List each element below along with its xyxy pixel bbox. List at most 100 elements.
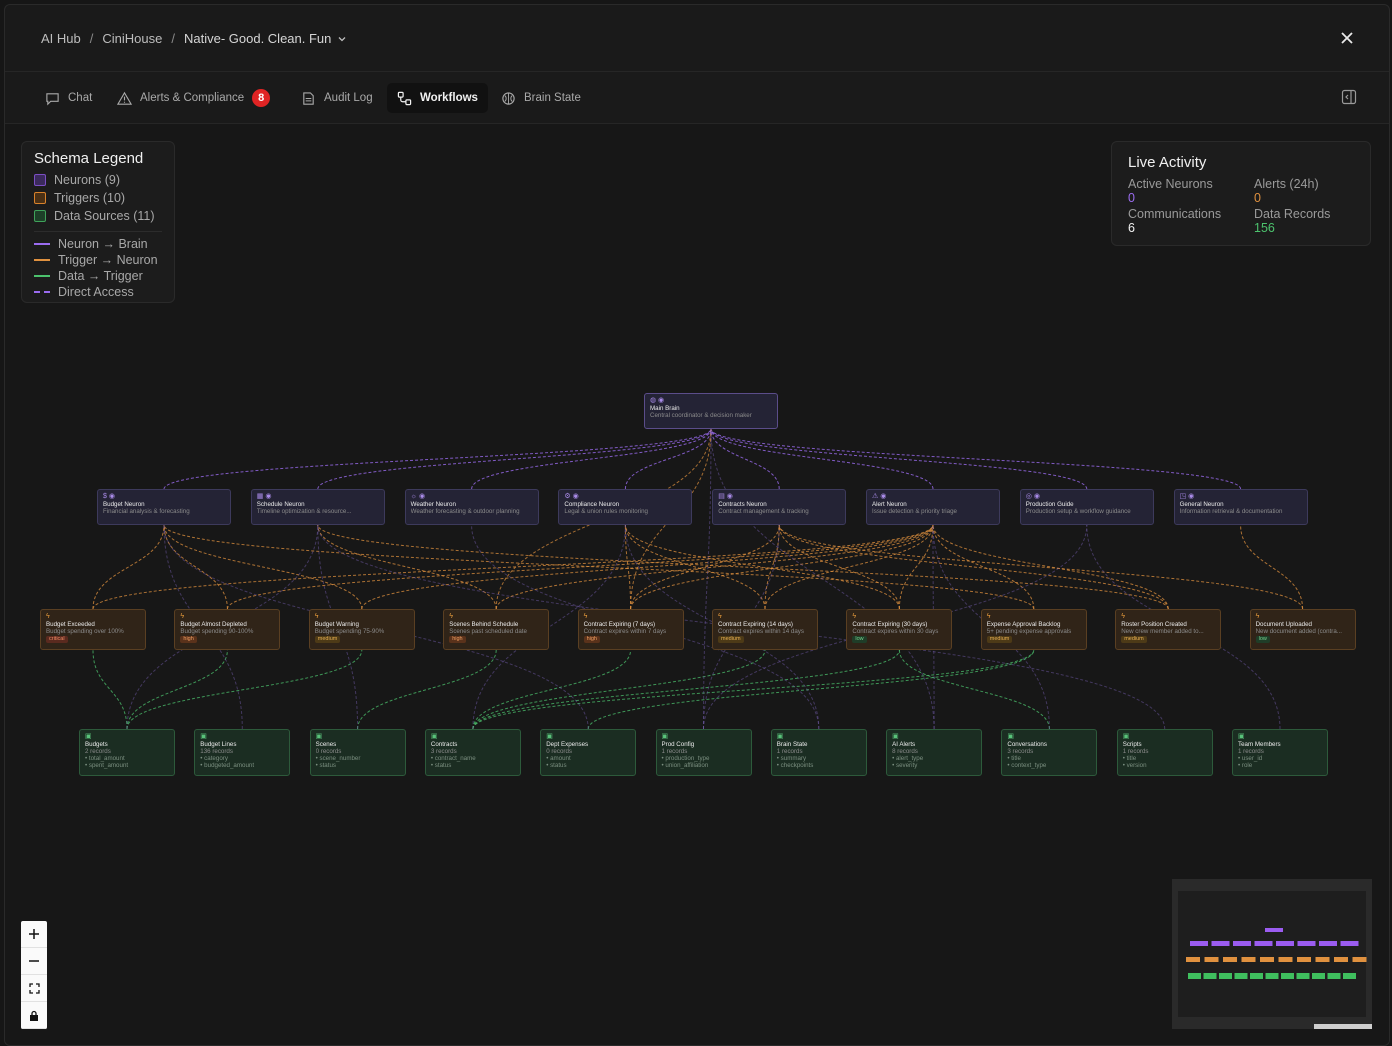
neuron-icon: ⚠ ◉ — [872, 493, 887, 500]
node-title: General Neuron — [1179, 501, 1224, 508]
data-source-node[interactable]: ▣ Brain State 1 records • summary • checkpoi… — [770, 729, 867, 776]
breadcrumb-cinihouse[interactable]: CiniHouse — [102, 31, 162, 46]
node-title: Weather Neuron — [410, 501, 456, 508]
minimap-data — [1343, 973, 1356, 979]
tab-alerts-compliance[interactable]: Alerts & Compliance 8 — [107, 83, 280, 113]
node-subtitle: New crew member added to... — [1121, 628, 1204, 635]
tab-audit-log[interactable]: Audit Log — [291, 83, 383, 113]
trigger-node[interactable]: ϟ Contract Expiring (30 days) Contract exp… — [846, 609, 953, 650]
data-source-node[interactable]: ▣ Budgets 2 records • total_amount • spent_a… — [79, 729, 175, 776]
tab-label: Workflows — [420, 92, 478, 104]
neuron-node[interactable]: ⚠ ◉ Alert Neuron Issue detection & priorit… — [866, 489, 1000, 525]
tab-workflows[interactable]: Workflows — [387, 83, 488, 113]
warning-icon — [117, 91, 132, 105]
zoom-in-button[interactable] — [21, 921, 47, 948]
edge-trigger-neuron — [624, 524, 632, 610]
node-title: Main Brain — [650, 405, 680, 412]
node-title: Compliance Neuron — [564, 501, 620, 508]
node-field: • amount — [546, 755, 571, 762]
minimap-viewport — [1178, 891, 1366, 1017]
tab-label: Audit Log — [324, 92, 373, 104]
trigger-node[interactable]: ϟ Budget Warning Budget spending 75-90% med… — [308, 609, 415, 650]
minimap-trigger — [1297, 957, 1311, 962]
zoom-out-button[interactable] — [21, 948, 47, 975]
edge-neuron-brain — [471, 428, 712, 490]
legend-divider — [34, 231, 162, 232]
data-source-node[interactable]: ▣ Dept Expenses 0 records • amount • status — [540, 729, 637, 776]
neuron-icon: ◳ ◉ — [1179, 493, 1195, 500]
database-icon: ▣ — [892, 733, 899, 740]
close-button[interactable] — [1337, 29, 1357, 49]
neuron-node[interactable]: ▦ ◉ Schedule Neuron Timeline optimization … — [250, 489, 385, 525]
node-title: Budget Warning — [314, 621, 359, 628]
trigger-node[interactable]: ϟ Contract Expiring (7 days) Contract expi… — [577, 609, 684, 650]
lock-button[interactable] — [21, 1002, 47, 1029]
neuron-node[interactable]: ⚙ ◉ Compliance Neuron Legal & union rules … — [558, 489, 693, 525]
legend-title: Schema Legend — [34, 150, 144, 167]
neuron-node[interactable]: ◎ ◉ Production Guide Production setup & wo… — [1019, 489, 1154, 525]
node-subtitle: Budget spending 75-90% — [314, 628, 385, 635]
database-icon: ▣ — [1122, 733, 1130, 740]
data-source-node[interactable]: ▣ Scripts 1 records • title • version — [1116, 729, 1213, 776]
edge-trigger-neuron — [226, 524, 934, 610]
neuron-node[interactable]: $ ◉ Budget Neuron Financial analysis & for… — [97, 489, 231, 525]
project-name: Native- Good. Clean. Fun — [183, 31, 332, 46]
neuron-icon: $ ◉ — [103, 493, 115, 500]
node-field: • scene_number — [315, 755, 361, 762]
data-source-node[interactable]: ▣ Conversations 3 records • title • context_… — [1001, 729, 1098, 776]
severity-badge: low — [852, 636, 867, 643]
edge-direct-access — [710, 428, 935, 730]
workflow-canvas[interactable]: Schema Legend Neurons (9) Triggers (10) … — [5, 124, 1389, 1045]
data-source-node[interactable]: ▣ Prod Config 1 records • production_type • … — [655, 729, 752, 776]
lightning-icon: ϟ — [1121, 613, 1125, 620]
lightning-icon: ϟ — [986, 613, 991, 620]
minimap-data — [1250, 973, 1263, 979]
edge-trigger-neuron — [317, 524, 1169, 610]
data-source-node[interactable]: ▣ AI Alerts 8 records • alert_type • severit… — [886, 729, 983, 776]
tab-brain-state[interactable]: Brain State — [491, 83, 591, 113]
tab-label: Alerts & Compliance — [140, 92, 245, 104]
database-icon: ▣ — [776, 733, 784, 740]
neuron-node[interactable]: ▤ ◉ Contracts Neuron Contract management &… — [712, 489, 847, 525]
fit-view-button[interactable] — [21, 975, 47, 1002]
database-icon: ▣ — [430, 733, 438, 740]
neuron-node[interactable]: ☼ ◉ Weather Neuron Weather forecasting & o… — [404, 489, 539, 525]
trigger-node[interactable]: ϟ Budget Exceeded Budget spending over 100… — [40, 609, 146, 650]
data-source-node[interactable]: ▣ Scenes 0 records • scene_number • status — [309, 729, 406, 776]
minimap-neuron — [1233, 941, 1251, 946]
panel-toggle-icon[interactable] — [1341, 89, 1357, 105]
breadcrumb: AI Hub / CiniHouse / Native- Good. Clean… — [41, 31, 347, 46]
node-field: • union_affiliation — [661, 762, 709, 769]
trigger-node[interactable]: ϟ Scenes Behind Schedule Scenes past sched… — [443, 609, 550, 650]
data-source-node[interactable]: ▣ Budget Lines 136 records • category • budg… — [194, 729, 291, 776]
breadcrumb-separator: / — [89, 31, 94, 46]
stat-label: Data Records — [1254, 207, 1331, 221]
lightning-icon: ϟ — [718, 613, 722, 620]
database-icon: ▣ — [546, 733, 553, 740]
trigger-node[interactable]: ϟ Expense Approval Backlog 5+ pending expe… — [980, 609, 1087, 650]
breadcrumb-ai-hub[interactable]: AI Hub — [41, 31, 81, 46]
project-selector[interactable]: Native- Good. Clean. Fun — [184, 31, 347, 46]
data-source-node[interactable]: ▣ Team Members 1 records • user_id • role — [1232, 729, 1328, 776]
stat-communications: Communications 6 — [1128, 207, 1254, 235]
main-brain-node[interactable]: ◍ ◉ Main Brain Central coordinator & decis… — [644, 393, 778, 429]
stat-active-neurons: Active Neurons 0 — [1128, 177, 1254, 205]
minimap[interactable] — [1172, 879, 1386, 1044]
edge-neuron-brain — [317, 428, 712, 490]
edge-line-sample — [34, 259, 50, 261]
node-subtitle: Legal & union rules monitoring — [564, 508, 648, 515]
edge-neuron-brain — [163, 428, 712, 490]
tab-chat[interactable]: Chat — [35, 83, 102, 113]
trigger-node[interactable]: ϟ Budget Almost Depleted Budget spending 9… — [174, 609, 281, 650]
minimap-data — [1312, 973, 1325, 979]
neuron-node[interactable]: ◳ ◉ General Neuron Information retrieval &… — [1173, 489, 1308, 525]
trigger-node[interactable]: ϟ Contract Expiring (14 days) Contract exp… — [712, 609, 818, 650]
trigger-node[interactable]: ϟ Document Uploaded New document added (co… — [1249, 609, 1356, 650]
trigger-node[interactable]: ϟ Roster Position Created New crew member … — [1115, 609, 1222, 650]
data-source-node[interactable]: ▣ Contracts 3 records • contract_name • stat… — [424, 729, 521, 776]
minimap-data — [1265, 973, 1279, 979]
minimap-handle[interactable] — [1314, 1024, 1386, 1044]
node-field: • contract_name — [430, 755, 476, 762]
legend-data-sources: Data Sources (11) — [34, 207, 162, 225]
minimap-trigger — [1186, 957, 1200, 962]
